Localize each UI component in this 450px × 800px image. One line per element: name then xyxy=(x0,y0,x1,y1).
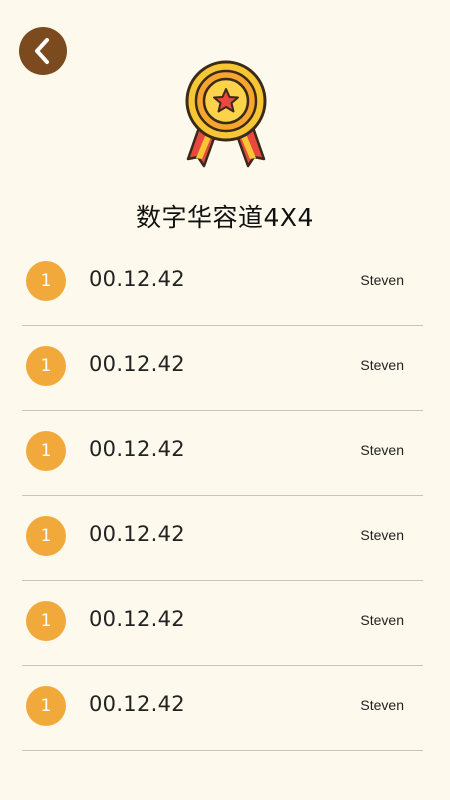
record-time: 00.12.42 xyxy=(89,267,185,291)
player-name: Steven xyxy=(360,272,404,288)
medal-icon xyxy=(185,60,267,168)
rank-badge: 1 xyxy=(26,601,66,641)
player-name: Steven xyxy=(360,697,404,713)
page-title: 数字华容道4X4 xyxy=(136,203,314,232)
record-row: 1 00.12.42 Steven xyxy=(22,666,423,751)
record-row: 1 00.12.42 Steven xyxy=(22,496,423,581)
player-name: Steven xyxy=(360,442,404,458)
rank-badge: 1 xyxy=(26,261,66,301)
player-name: Steven xyxy=(360,612,404,628)
leaderboard-screen: 数字华容道4X4 1 00.12.42 Steven 1 00.12.42 Steven 1… xyxy=(0,0,450,800)
rank-badge: 1 xyxy=(26,346,66,386)
player-name: Steven xyxy=(360,357,404,373)
record-row: 1 00.12.42 Steven xyxy=(22,411,423,496)
rank-badge: 1 xyxy=(26,686,66,726)
record-time: 00.12.42 xyxy=(89,437,185,461)
chevron-left-icon xyxy=(35,38,49,64)
record-time: 00.12.42 xyxy=(89,692,185,716)
record-row: 1 00.12.42 Steven xyxy=(22,326,423,411)
record-time: 00.12.42 xyxy=(89,607,185,631)
record-time: 00.12.42 xyxy=(89,522,185,546)
record-list: 1 00.12.42 Steven 1 00.12.42 Steven 1 00.12.42 S… xyxy=(22,241,423,751)
record-row: 1 00.12.42 Steven xyxy=(22,241,423,326)
record-time: 00.12.42 xyxy=(89,352,185,376)
rank-badge: 1 xyxy=(26,431,66,471)
rank-badge: 1 xyxy=(26,516,66,556)
player-name: Steven xyxy=(360,527,404,543)
back-button[interactable] xyxy=(19,27,67,75)
record-row: 1 00.12.42 Steven xyxy=(22,581,423,666)
